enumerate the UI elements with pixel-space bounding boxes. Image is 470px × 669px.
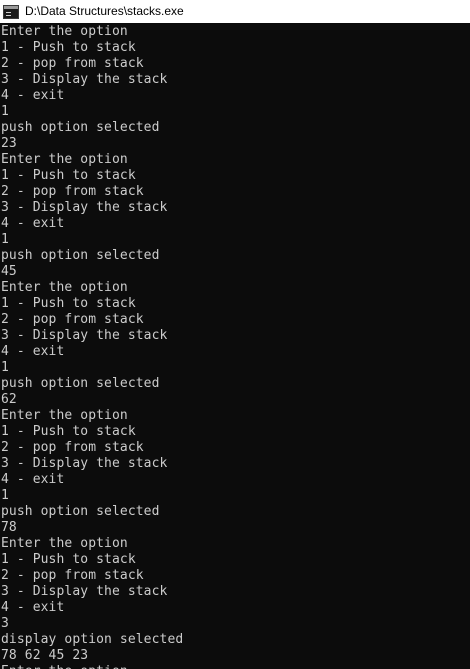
console-line: 23	[1, 136, 17, 151]
console-line: 3 - Display the stack	[1, 200, 168, 215]
console-line: 2 - pop from stack	[1, 440, 144, 455]
console-line: 45	[1, 264, 17, 279]
console-line: Enter the option	[1, 408, 128, 423]
console-line: 1 - Push to stack	[1, 424, 136, 439]
console-line: 3 - Display the stack	[1, 72, 168, 87]
console-line: push option selected	[1, 504, 160, 519]
console-line: 1	[1, 104, 9, 119]
console-line: 62	[1, 392, 17, 407]
console-line: 2 - pop from stack	[1, 312, 144, 327]
console-line: 4 - exit	[1, 600, 65, 615]
window-title: D:\Data Structures\stacks.exe	[25, 4, 184, 18]
console-line: 2 - pop from stack	[1, 56, 144, 71]
console-line: 2 - pop from stack	[1, 184, 144, 199]
console-line: 78	[1, 520, 17, 535]
console-line: 4 - exit	[1, 88, 65, 103]
console-line: Enter the option	[1, 664, 470, 669]
console-line: 1	[1, 232, 9, 247]
console-line: 3 - Display the stack	[1, 456, 168, 471]
console-line: 1 - Push to stack	[1, 552, 136, 567]
console-line: 3	[1, 616, 9, 631]
console-line: 1	[1, 488, 9, 503]
console-line: 2 - pop from stack	[1, 568, 144, 583]
console-line: 4 - exit	[1, 344, 65, 359]
console-line: 1 - Push to stack	[1, 40, 136, 55]
console-line: push option selected	[1, 376, 160, 391]
console-line: Enter the option	[1, 152, 128, 167]
console-line: 3 - Display the stack	[1, 584, 168, 599]
console-output[interactable]: Enter the option 1 - Push to stack 2 - pop…	[0, 23, 470, 669]
console-line: 3 - Display the stack	[1, 328, 168, 343]
console-window: D:\Data Structures\stacks.exe Enter the …	[0, 0, 470, 669]
console-line: Enter the option	[1, 280, 128, 295]
console-line: Enter the option	[1, 24, 128, 39]
console-line: 1 - Push to stack	[1, 168, 136, 183]
console-app-icon	[3, 4, 19, 19]
console-line: push option selected	[1, 120, 160, 135]
console-line: 4 - exit	[1, 216, 65, 231]
console-line: 4 - exit	[1, 472, 65, 487]
console-line: push option selected	[1, 248, 160, 263]
console-line: 78 62 45 23	[1, 648, 89, 663]
console-line: 1 - Push to stack	[1, 296, 136, 311]
title-bar[interactable]: D:\Data Structures\stacks.exe	[0, 0, 470, 23]
console-line: 1	[1, 360, 9, 375]
console-line: Enter the option	[1, 536, 128, 551]
console-line: display option selected	[1, 632, 184, 647]
